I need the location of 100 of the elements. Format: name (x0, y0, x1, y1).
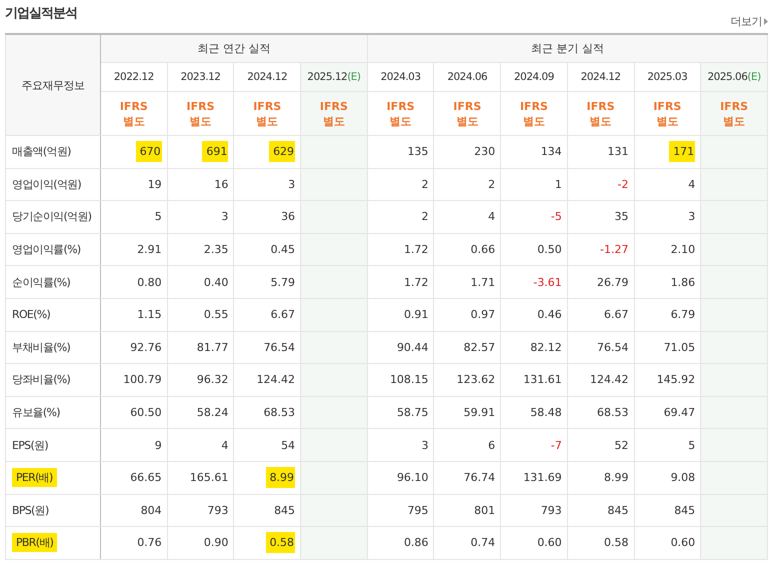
value-cell-text: -7 (550, 438, 562, 454)
value-cell-text: 71.05 (662, 340, 696, 356)
value-cell-text: 801 (473, 502, 496, 519)
value-cell-text: 58.48 (529, 405, 562, 422)
value-cell-text: 0.60 (536, 535, 562, 552)
row-label: BPS(원) (12, 504, 49, 517)
header-cell: 최근 연간 실적 (100, 34, 368, 62)
value-cell-text: 1 (554, 176, 562, 193)
value-cell-text: 4 (220, 438, 228, 454)
value-cell: 171 (669, 141, 696, 162)
value-cell-text: 82.57 (462, 340, 496, 356)
value-cell-text: 54 (280, 438, 296, 454)
value-cell-text: 58.75 (396, 405, 428, 422)
value-cell: 8.99 (266, 467, 296, 488)
value-cell-text: 16 (213, 176, 228, 193)
value-cell-text: 36 (280, 209, 296, 226)
row-label: 부채비율(%) (12, 340, 70, 354)
value-cell-text: 124.42 (256, 372, 296, 388)
row-label: 매출액(억원) (12, 145, 71, 158)
row-label: 당좌비율(%) (12, 373, 70, 386)
estimate-mark: (E) (747, 71, 761, 83)
value-cell-text: 26.79 (596, 274, 628, 291)
value-cell-text: 0.40 (202, 274, 228, 291)
row-label: EPS(원) (12, 438, 48, 452)
value-cell-text: 845 (673, 502, 696, 519)
value-cell-text: 795 (406, 502, 428, 519)
value-cell-text: 3 (420, 438, 428, 454)
value-cell-text: 6.79 (670, 307, 696, 324)
value-cell-text: 134 (540, 144, 562, 160)
value-cell-text: 68.53 (596, 405, 628, 422)
value-cell-text: 2.35 (202, 242, 228, 258)
value-cell-text: 1.71 (470, 274, 496, 291)
value-cell-text: 0.76 (136, 535, 162, 552)
value-cell-text: 19 (146, 176, 162, 193)
value-cell-text: 35 (614, 209, 628, 226)
value-cell-text: 1.86 (670, 274, 696, 291)
value-cell-text: 124.42 (589, 372, 628, 388)
value-cell-text: 6.67 (603, 307, 628, 324)
value-cell-text: 60.50 (129, 405, 162, 422)
value-cell-text: 3 (287, 176, 296, 193)
row-label: ROE(%) (12, 308, 50, 322)
value-cell-text: 5.79 (270, 274, 296, 291)
row-label: 당기순이익(억원) (12, 210, 92, 224)
value-cell-text: 2.91 (136, 242, 162, 258)
value-cell-text: 804 (140, 502, 162, 519)
header-cell: 주요재무정보 (6, 34, 100, 136)
value-cell-text: 59.91 (462, 405, 496, 422)
value-cell-text: 96.32 (196, 372, 228, 388)
caret-icon (764, 18, 768, 25)
value-cell-text: 52 (614, 438, 628, 454)
value-cell-text: 76.54 (262, 340, 296, 356)
period-header: 2024.12 (567, 62, 634, 92)
value-cell-text: 3 (220, 209, 228, 226)
more-link[interactable]: 더보기 (730, 14, 768, 29)
accounting-standard: IFRS 별도 (434, 92, 501, 136)
value-cell: 629 (269, 141, 296, 162)
value-cell-text: 1.72 (402, 242, 428, 258)
value-cell-text: 230 (473, 144, 496, 160)
value-cell-text: 76.54 (596, 340, 628, 356)
value-cell-text: 0.46 (536, 307, 562, 324)
value-cell: 670 (136, 141, 162, 162)
value-cell-text: 845 (273, 502, 296, 519)
value-cell-text: 6 (487, 438, 496, 454)
value-cell-text: 131.69 (522, 470, 562, 486)
accounting-standard: IFRS 별도 (234, 92, 301, 136)
value-cell-text: 793 (540, 502, 562, 519)
section-title: 기업실적분석 (5, 5, 77, 22)
value-cell-text: 81.77 (196, 340, 228, 356)
value-cell-text: 0.74 (470, 535, 496, 552)
value-cell-text: 1.72 (402, 274, 428, 291)
period-header: 2024.03 (367, 62, 434, 92)
period-header: 2024.09 (500, 62, 568, 92)
value-cell-text: 96.10 (396, 470, 428, 486)
value-cell-text: 2 (420, 209, 428, 226)
accounting-standard: IFRS 별도 (367, 92, 434, 136)
value-cell-text: 82.12 (529, 340, 562, 356)
value-cell-text: 165.61 (188, 470, 228, 486)
value-cell-text: 1.15 (136, 307, 162, 324)
period-header: 2023.12 (167, 62, 234, 92)
value-cell-text: -3.61 (532, 274, 562, 291)
header-cell: 최근 분기 실적 (367, 34, 768, 62)
value-cell-text: 845 (606, 502, 628, 519)
period-header: 2025.06(E) (700, 62, 768, 92)
value-cell-text: 9 (154, 438, 162, 454)
period-header: 2022.12 (100, 62, 168, 92)
value-cell-text: 2 (420, 176, 428, 193)
value-cell-text: 4 (687, 176, 696, 193)
value-cell-text: -1.27 (599, 242, 628, 258)
period-header: 2024.06 (434, 62, 501, 92)
accounting-standard: IFRS 별도 (100, 92, 168, 136)
value-cell: 0.58 (266, 532, 296, 554)
value-cell-text: 2 (487, 176, 496, 193)
value-cell-text: 100.79 (122, 372, 162, 388)
value-cell-text: 0.60 (670, 535, 696, 552)
row-label: 영업이익률(%) (12, 243, 80, 256)
accounting-standard: IFRS 별도 (567, 92, 634, 136)
row-label: PER(배) (12, 468, 57, 488)
accounting-standard: IFRS 별도 (700, 92, 768, 136)
value-cell-text: 58.24 (196, 405, 228, 422)
estimate-mark: (E) (347, 71, 361, 83)
